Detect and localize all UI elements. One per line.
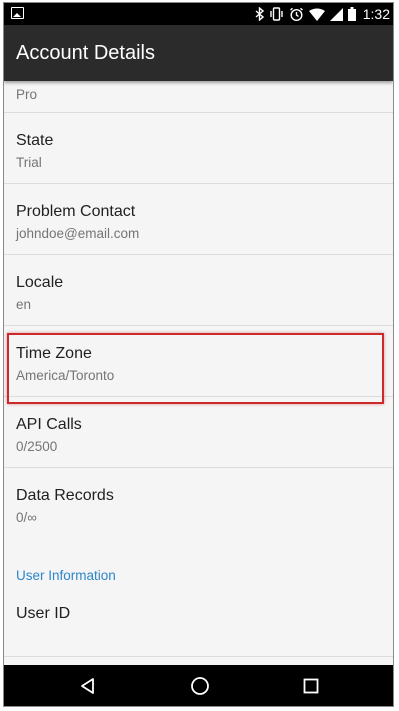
list-item-problem-contact[interactable]: Problem Contact johndoe@email.com [4,184,393,255]
bluetooth-icon [255,3,264,25]
list-item-label: State [16,132,54,149]
page-title: Account Details [16,42,155,64]
recents-icon [303,678,319,693]
navigation-bar [4,665,393,706]
section-header-user-information: User Information [16,568,116,583]
image-icon [11,7,24,19]
list-item-data-records[interactable]: Data Records 0/∞ [4,468,393,539]
back-icon [81,677,94,694]
list-item-label: Time Zone [16,345,92,362]
status-icons: 1:32 [255,3,393,25]
list-item-value: Pro [16,87,38,102]
back-button[interactable] [58,665,118,706]
list-item-value: America/Toronto [16,368,115,383]
recents-button[interactable] [281,665,341,706]
alarm-icon [289,3,304,25]
app-bar: Account Details [4,25,393,81]
status-bar: 1:32 [4,3,393,25]
list-item-value: 0/∞ [16,510,37,525]
account-details-list[interactable]: Pro State Trial Problem Contact johndoe@… [4,81,393,665]
list-item-label: Problem Contact [16,203,136,220]
list-item[interactable]: Pro [4,81,393,113]
wifi-icon [308,3,325,25]
list-item-user-id[interactable]: User ID [4,585,393,657]
status-time: 1:32 [362,6,390,22]
vibrate-icon [269,3,284,25]
list-item-value: en [16,297,32,312]
home-button[interactable] [170,665,230,706]
signal-icon [329,3,343,25]
list-item-label: Locale [16,274,64,291]
list-item-label: Data Records [16,487,114,504]
list-item-value: 0/2500 [16,439,58,454]
list-item-label: API Calls [16,416,82,433]
home-icon [191,676,209,695]
list-item-time-zone[interactable]: Time Zone America/Toronto [4,326,393,397]
list-item-api-calls[interactable]: API Calls 0/2500 [4,397,393,468]
battery-icon [347,3,356,25]
list-item-locale[interactable]: Locale en [4,255,393,326]
list-item-value: johndoe@email.com [16,226,140,241]
list-item-value: Trial [16,155,42,170]
list-item-label: User ID [16,605,71,622]
list-item-state[interactable]: State Trial [4,113,393,184]
phone-screen: 1:32 Account Details Pro State Trial Pro… [4,3,393,706]
